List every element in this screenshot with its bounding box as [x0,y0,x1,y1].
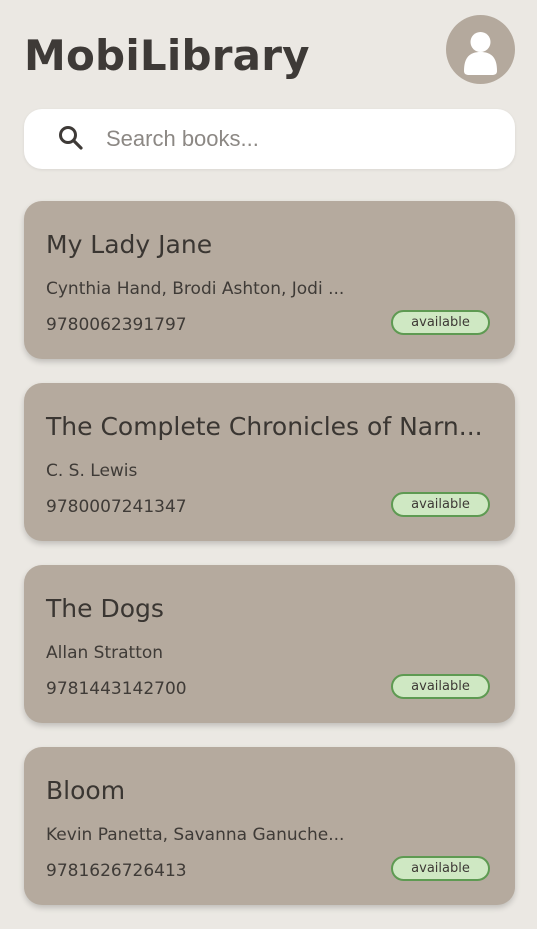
book-card[interactable]: Bloom Kevin Panetta, Savanna Ganuche... … [24,747,515,905]
status-badge: available [391,492,490,517]
search-icon [59,126,83,150]
book-authors: Kevin Panetta, Savanna Ganuche... [46,825,345,845]
profile-avatar[interactable] [446,15,515,84]
search-input[interactable] [106,122,496,156]
book-list: My Lady Jane Cynthia Hand, Brodi Ashton,… [24,201,515,929]
book-isbn: 9780007241347 [46,497,187,517]
book-isbn: 9781626726413 [46,861,187,881]
book-isbn: 9780062391797 [46,315,187,335]
status-badge: available [391,674,490,699]
status-badge: available [391,856,490,881]
book-title: Bloom [46,776,126,805]
book-card[interactable]: The Complete Chronicles of Narn... C. S.… [24,383,515,541]
book-card[interactable]: The Dogs Allan Stratton 9781443142700 av… [24,565,515,723]
status-badge: available [391,310,490,335]
book-authors: Cynthia Hand, Brodi Ashton, Jodi ... [46,279,345,299]
book-title: My Lady Jane [46,230,213,259]
app-title: MobiLibrary [24,31,310,80]
user-icon [464,32,497,75]
book-title: The Complete Chronicles of Narn... [46,412,483,441]
book-authors: C. S. Lewis [46,461,138,481]
book-isbn: 9781443142700 [46,679,187,699]
book-title: The Dogs [46,594,164,623]
book-authors: Allan Stratton [46,643,164,663]
book-card[interactable]: My Lady Jane Cynthia Hand, Brodi Ashton,… [24,201,515,359]
